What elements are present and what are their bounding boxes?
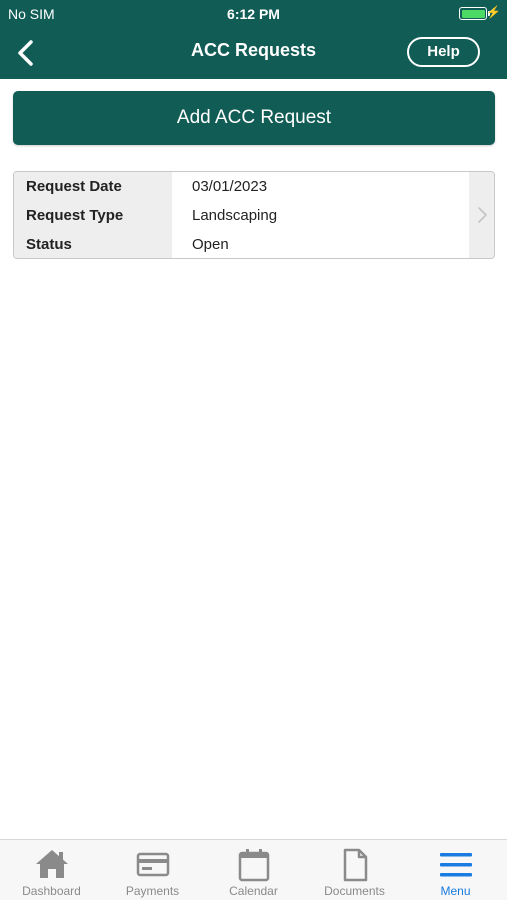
status-bar: No SIM 6:12 PM ⚡	[0, 0, 507, 28]
tab-payments[interactable]: Payments	[102, 840, 203, 900]
credit-card-icon	[136, 852, 169, 877]
tab-documents-label: Documents	[324, 884, 385, 898]
request-card[interactable]: Request Date 03/01/2023 Request Type Lan…	[13, 171, 495, 259]
tab-dashboard[interactable]: Dashboard	[1, 840, 102, 900]
tab-menu[interactable]: Menu	[405, 840, 506, 900]
tab-bar: Dashboard Payments Calendar Documents Me…	[0, 839, 507, 900]
status-row: Status Open	[14, 231, 469, 258]
request-date-row: Request Date 03/01/2023	[14, 173, 469, 202]
menu-icon	[439, 853, 472, 877]
status-value: Open	[192, 236, 229, 253]
help-button[interactable]: Help	[407, 37, 480, 67]
status-label: Status	[26, 236, 72, 253]
charging-icon: ⚡	[486, 5, 501, 19]
request-type-label: Request Type	[26, 207, 124, 224]
tab-menu-label: Menu	[440, 884, 471, 898]
battery-icon	[459, 7, 490, 20]
home-icon	[35, 850, 68, 878]
tab-calendar-label: Calendar	[229, 884, 278, 898]
chevron-right-icon	[478, 207, 487, 223]
nav-bar: ACC Requests Help	[0, 28, 507, 79]
request-date-value: 03/01/2023	[192, 178, 268, 195]
calendar-icon	[238, 849, 269, 882]
add-acc-request-button[interactable]: Add ACC Request	[13, 91, 495, 145]
header: No SIM 6:12 PM ⚡ ACC Requests Help	[0, 0, 507, 79]
document-icon	[343, 848, 367, 882]
request-type-row: Request Type Landscaping	[14, 202, 469, 231]
tab-documents[interactable]: Documents	[304, 840, 405, 900]
tab-dashboard-label: Dashboard	[22, 884, 81, 898]
tab-payments-label: Payments	[125, 884, 180, 898]
status-time: 6:12 PM	[227, 6, 280, 22]
request-date-label: Request Date	[26, 178, 122, 195]
tab-calendar[interactable]: Calendar	[203, 840, 304, 900]
request-type-value: Landscaping	[192, 207, 278, 224]
